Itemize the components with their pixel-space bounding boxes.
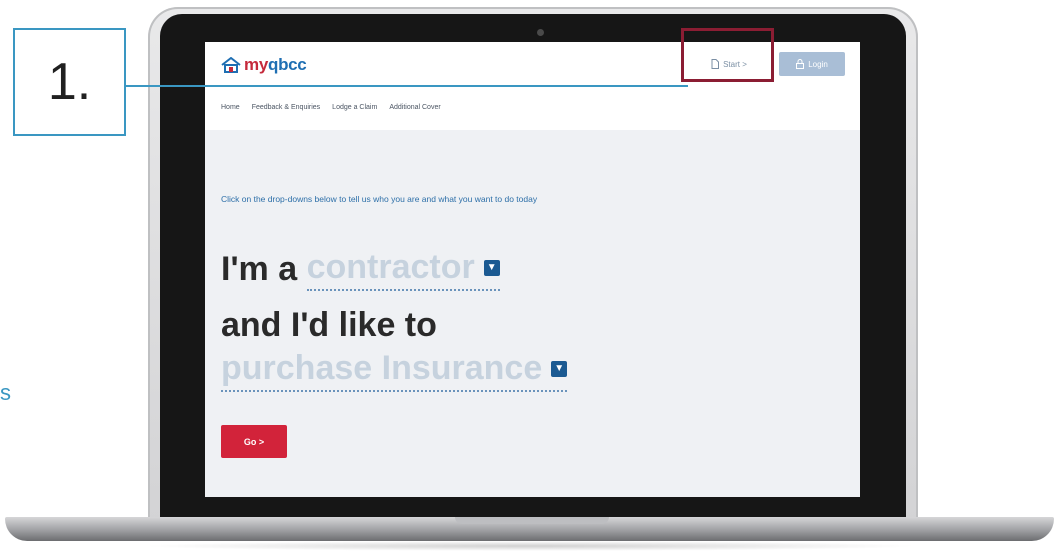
main-nav: Home Feedback & Enquiries Lodge a Claim … bbox=[221, 104, 441, 111]
nav-item-lodge-claim[interactable]: Lodge a Claim bbox=[332, 104, 377, 111]
camera-icon bbox=[537, 29, 544, 36]
house-icon bbox=[221, 57, 241, 73]
laptop-screen: myqbcc Start > Login Home Feedback & Enq… bbox=[205, 42, 860, 497]
chevron-down-icon: ▼ bbox=[483, 259, 500, 276]
sentence-line-1: I'm a contractor ▼ bbox=[221, 248, 500, 291]
login-button[interactable]: Login bbox=[779, 52, 845, 76]
chevron-down-icon: ▼ bbox=[551, 360, 568, 377]
nav-item-feedback[interactable]: Feedback & Enquiries bbox=[252, 104, 320, 111]
laptop-shadow bbox=[140, 541, 920, 551]
nav-item-home[interactable]: Home bbox=[221, 104, 240, 111]
step-number-label: 1. bbox=[13, 28, 126, 136]
sentence-line-3: purchase Insurance ▼ bbox=[221, 349, 568, 392]
go-button[interactable]: Go > bbox=[221, 425, 287, 458]
callout-line bbox=[126, 85, 688, 87]
start-button-highlight bbox=[681, 28, 774, 82]
logo-brand: qbcc bbox=[267, 55, 307, 74]
laptop-notch bbox=[455, 517, 609, 524]
sentence-prefix: I'm a bbox=[221, 250, 298, 288]
role-dropdown[interactable]: contractor ▼ bbox=[306, 248, 500, 291]
action-dropdown[interactable]: purchase Insurance ▼ bbox=[221, 349, 568, 392]
sentence-line-2: and I'd like to bbox=[221, 306, 437, 344]
lock-icon bbox=[796, 59, 805, 69]
instruction-text: Click on the drop-downs below to tell us… bbox=[221, 194, 538, 204]
side-text-fragment: s bbox=[0, 380, 11, 405]
site-logo[interactable]: myqbcc bbox=[221, 54, 307, 76]
nav-item-additional-cover[interactable]: Additional Cover bbox=[389, 104, 440, 111]
logo-text: myqbcc bbox=[244, 55, 307, 75]
login-button-label: Login bbox=[808, 59, 828, 69]
role-dropdown-value: contractor bbox=[306, 248, 475, 286]
logo-prefix: my bbox=[244, 55, 268, 74]
action-dropdown-value: purchase Insurance bbox=[221, 349, 543, 387]
